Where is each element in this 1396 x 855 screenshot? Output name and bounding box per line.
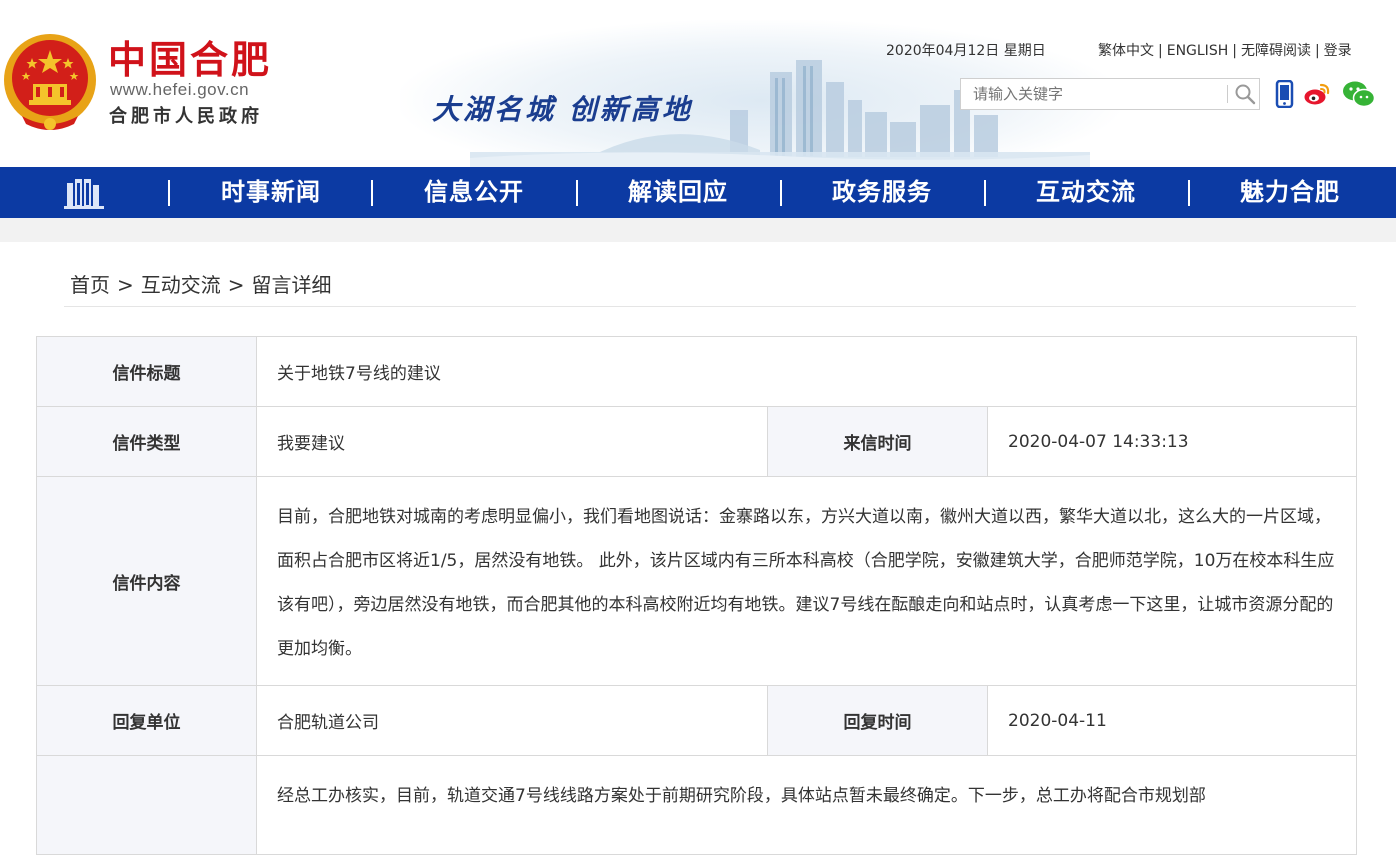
nav-divider bbox=[371, 180, 373, 206]
letter-title-label: 信件标题 bbox=[36, 336, 257, 407]
letter-content-label: 信件内容 bbox=[36, 476, 257, 686]
link-separator: | bbox=[1314, 43, 1320, 59]
nav-government-services[interactable]: 政务服务 bbox=[807, 167, 957, 218]
breadcrumb-interaction[interactable]: 互动交流 bbox=[141, 273, 221, 297]
search-input[interactable] bbox=[961, 79, 1223, 109]
breadcrumb-separator: > bbox=[227, 273, 245, 297]
nav-charm-hefei[interactable]: 魅力合肥 bbox=[1215, 167, 1365, 218]
table-row: 回复单位 合肥轨道公司 回复时间 2020-04-11 bbox=[36, 685, 1358, 756]
home-building-icon[interactable] bbox=[64, 177, 104, 209]
accessibility-link[interactable]: 无障碍阅读 bbox=[1241, 43, 1311, 59]
table-row: 信件内容 目前，合肥地铁对城南的考虑明显偏小，我们看地图说话：金寨路以东，方兴大… bbox=[36, 476, 1358, 686]
nav-interaction[interactable]: 互动交流 bbox=[1011, 167, 1161, 218]
search-icon[interactable] bbox=[1233, 82, 1257, 106]
breadcrumb-current: 留言详细 bbox=[251, 273, 332, 297]
nav-info-disclosure[interactable]: 信息公开 bbox=[399, 167, 549, 218]
table-row: 经总工办核实，目前，轨道交通7号线线路方案处于前期研究阶段，具体站点暂未最终确定… bbox=[36, 755, 1358, 855]
content-top-band bbox=[0, 218, 1396, 242]
breadcrumb: 首页 > 互动交流 > 留言详细 bbox=[70, 269, 332, 298]
nav-divider bbox=[1188, 180, 1190, 206]
letter-content-value: 目前，合肥地铁对城南的考虑明显偏小，我们看地图说话：金寨路以东，方兴大道以南，徽… bbox=[255, 476, 1358, 686]
reply-time-value: 2020-04-11 bbox=[986, 685, 1358, 756]
nav-divider bbox=[984, 180, 986, 206]
breadcrumb-separator: > bbox=[117, 273, 134, 297]
breadcrumb-home[interactable]: 首页 bbox=[70, 273, 110, 297]
link-separator: | bbox=[1232, 43, 1237, 59]
main-navigation: 时事新闻 信息公开 解读回应 政务服务 互动交流 魅力合肥 bbox=[0, 167, 1396, 218]
letter-type-value: 我要建议 bbox=[256, 406, 768, 477]
letter-title-value: 关于地铁7号线的建议 bbox=[255, 336, 1358, 407]
reply-time-label: 回复时间 bbox=[767, 685, 988, 756]
table-row: 信件类型 我要建议 来信时间 2020-04-07 14:33:13 bbox=[36, 406, 1358, 477]
site-header: 中国合肥 www.hefei.gov.cn 合肥市人民政府 大湖名城 创新高地 … bbox=[0, 0, 1396, 167]
national-emblem-logo bbox=[4, 34, 96, 130]
site-logo-url: www.hefei.gov.cn bbox=[110, 80, 250, 99]
top-links: 繁体中文 | ENGLISH | 无障碍阅读 | 登录 bbox=[1098, 40, 1352, 60]
login-link[interactable]: 登录 bbox=[1324, 43, 1352, 59]
english-link[interactable]: ENGLISH bbox=[1167, 43, 1229, 59]
letter-time-value: 2020-04-07 14:33:13 bbox=[986, 406, 1358, 477]
mobile-icon[interactable] bbox=[1271, 80, 1299, 108]
nav-divider bbox=[780, 180, 782, 206]
nav-divider bbox=[576, 180, 578, 206]
site-logo-title[interactable]: 中国合肥 bbox=[108, 38, 272, 82]
search-box bbox=[960, 78, 1260, 110]
reply-content-label bbox=[36, 755, 257, 855]
search-divider bbox=[1227, 85, 1228, 103]
site-logo-subtitle: 合肥市人民政府 bbox=[109, 106, 263, 127]
link-separator: | bbox=[1158, 43, 1163, 59]
breadcrumb-divider bbox=[64, 306, 1356, 307]
wechat-icon[interactable] bbox=[1342, 80, 1376, 108]
weibo-icon[interactable] bbox=[1303, 80, 1331, 108]
table-row: 信件标题 关于地铁7号线的建议 bbox=[36, 336, 1358, 407]
current-date: 2020年04月12日 星期日 bbox=[886, 43, 1046, 59]
reply-unit-value: 合肥轨道公司 bbox=[256, 685, 768, 756]
letter-detail-table: 信件标题 关于地铁7号线的建议 信件类型 我要建议 来信时间 2020-04-0… bbox=[36, 336, 1358, 855]
letter-time-label: 来信时间 bbox=[767, 406, 988, 477]
nav-interpretation[interactable]: 解读回应 bbox=[603, 167, 753, 218]
letter-type-label: 信件类型 bbox=[36, 406, 257, 477]
header-slogan: 大湖名城 创新高地 bbox=[432, 93, 693, 126]
traditional-chinese-link[interactable]: 繁体中文 bbox=[1098, 43, 1154, 59]
nav-divider bbox=[168, 180, 170, 206]
nav-current-news[interactable]: 时事新闻 bbox=[196, 167, 346, 218]
reply-unit-label: 回复单位 bbox=[36, 685, 257, 756]
reply-content-value: 经总工办核实，目前，轨道交通7号线线路方案处于前期研究阶段，具体站点暂未最终确定… bbox=[255, 755, 1358, 855]
